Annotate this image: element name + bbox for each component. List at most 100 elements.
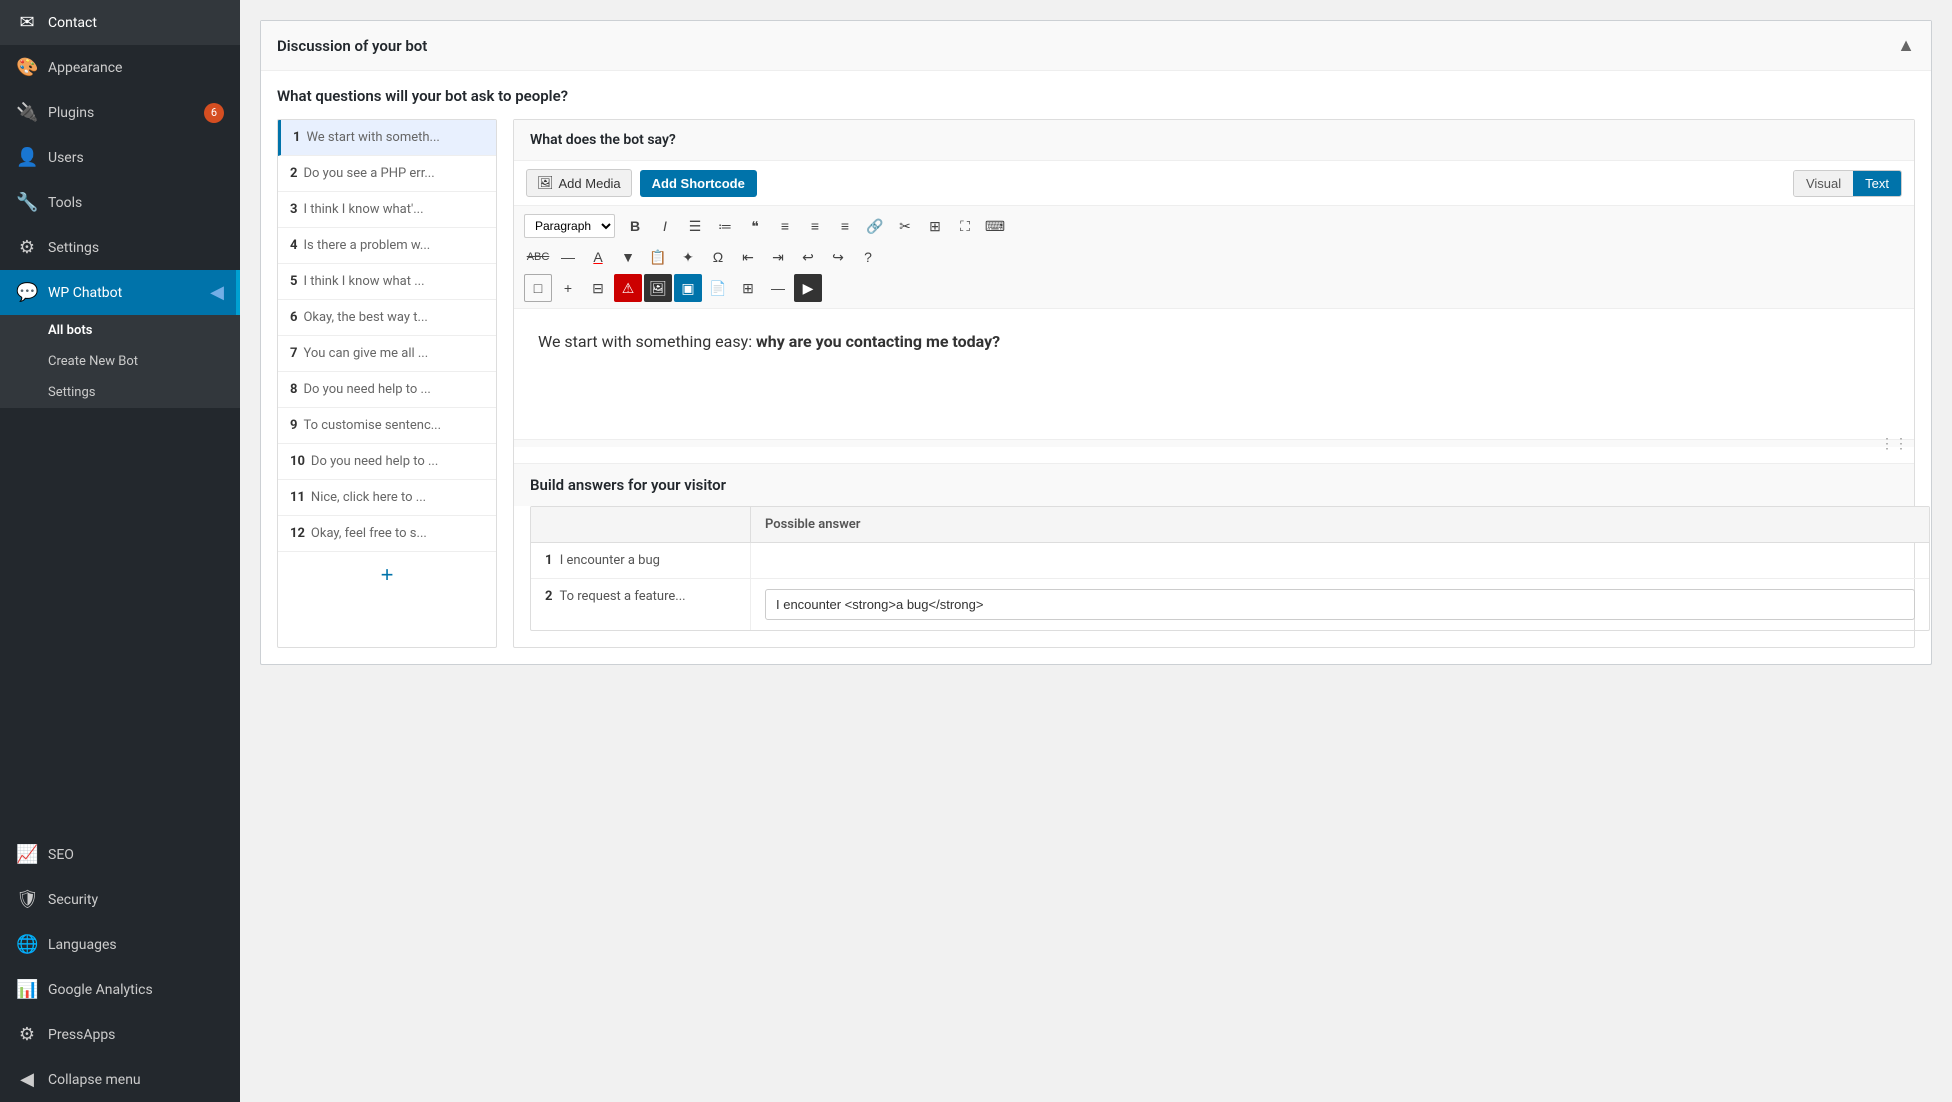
chatbot-submenu: All bots Create New Bot Settings bbox=[0, 315, 240, 408]
question-item-12[interactable]: 12Okay, feel free to s... bbox=[278, 516, 496, 552]
question-item-7[interactable]: 7You can give me all ... bbox=[278, 336, 496, 372]
bot-layout: 1We start with someth...2Do you see a PH… bbox=[277, 119, 1915, 648]
align-right-button[interactable]: ≡ bbox=[831, 212, 859, 240]
main-content: Discussion of your bot ▲ What questions … bbox=[240, 0, 1952, 1102]
question-item-11[interactable]: 11Nice, click here to ... bbox=[278, 480, 496, 516]
undo-button[interactable]: ↩ bbox=[794, 243, 822, 271]
question-list: 1We start with someth...2Do you see a PH… bbox=[277, 119, 497, 648]
sidebar-item-appearance[interactable]: 🎨 Appearance bbox=[0, 45, 240, 90]
paste-text-button[interactable]: 📋 bbox=[644, 243, 672, 271]
question-item-4[interactable]: 4Is there a problem w... bbox=[278, 228, 496, 264]
sidebar-item-security[interactable]: 🛡 Security bbox=[0, 877, 240, 922]
editor-header: What does the bot say? bbox=[514, 120, 1914, 161]
panel-header: Discussion of your bot ▲ bbox=[261, 21, 1931, 71]
outdent-button[interactable]: ⇤ bbox=[734, 243, 762, 271]
strikethrough-button[interactable]: ABC bbox=[524, 243, 552, 271]
redo-button[interactable]: ↪ bbox=[824, 243, 852, 271]
sidebar-item-users[interactable]: 👤 Users bbox=[0, 135, 240, 180]
media-box-button[interactable]: 🖼 bbox=[644, 274, 672, 302]
answers-row-2: 2 To request a feature... bbox=[531, 579, 1929, 630]
answer-cell-2-value[interactable] bbox=[751, 579, 1929, 630]
sidebar-item-wp-chatbot[interactable]: 💬 WP Chatbot ◀ bbox=[0, 270, 240, 315]
play-button[interactable]: ▶ bbox=[794, 274, 822, 302]
question-item-5[interactable]: 5I think I know what ... bbox=[278, 264, 496, 300]
panel-collapse-button[interactable]: ▲ bbox=[1897, 35, 1915, 56]
questions-label: What questions will your bot ask to peop… bbox=[277, 87, 1915, 105]
add-shortcode-button[interactable]: Add Shortcode bbox=[640, 170, 757, 197]
align-left-button[interactable]: ≡ bbox=[771, 212, 799, 240]
answer-num-1: 1 bbox=[545, 553, 552, 568]
ol-button[interactable]: ≔ bbox=[711, 212, 739, 240]
sidebar-item-plugins[interactable]: 🔌 Plugins 6 bbox=[0, 90, 240, 135]
link-button[interactable]: 🔗 bbox=[861, 212, 889, 240]
question-item-10[interactable]: 10Do you need help to ... bbox=[278, 444, 496, 480]
font-color-button[interactable]: A bbox=[584, 243, 612, 271]
sidebar-item-label: Appearance bbox=[48, 60, 122, 76]
question-item-1[interactable]: 1We start with someth... bbox=[278, 120, 496, 156]
warning-button[interactable]: ⚠ bbox=[614, 274, 642, 302]
ul-button[interactable]: ☰ bbox=[681, 212, 709, 240]
paragraph-select[interactable]: Paragraph bbox=[524, 214, 615, 238]
sidebar-item-label: Languages bbox=[48, 937, 117, 953]
indent-button[interactable]: ⇥ bbox=[764, 243, 792, 271]
fullscreen-button[interactable]: ⛶ bbox=[951, 212, 979, 240]
sidebar-item-collapse[interactable]: ◀ Collapse menu bbox=[0, 1057, 240, 1102]
add-question-button[interactable]: + bbox=[278, 552, 496, 598]
submenu-create-new-bot[interactable]: Create New Bot bbox=[0, 346, 240, 377]
code-button[interactable]: ⌨ bbox=[981, 212, 1009, 240]
clear-format-button[interactable]: ✦ bbox=[674, 243, 702, 271]
tab-visual[interactable]: Visual bbox=[1794, 171, 1853, 196]
color-picker-button[interactable]: ▼ bbox=[614, 243, 642, 271]
answers-col1-header bbox=[531, 507, 751, 542]
answer-cell-2-question: 2 To request a feature... bbox=[531, 579, 751, 630]
sidebar-item-settings[interactable]: ⚙ Settings bbox=[0, 225, 240, 270]
answer-cell-1-question: 1 I encounter a bug bbox=[531, 543, 751, 578]
editor-resize-handle[interactable]: ⋮⋮ bbox=[514, 439, 1914, 447]
editor-content[interactable]: We start with something easy: why are yo… bbox=[514, 309, 1914, 439]
plugins-badge: 6 bbox=[204, 103, 224, 123]
sidebar-item-google-analytics[interactable]: 📊 Google Analytics bbox=[0, 967, 240, 1012]
question-item-3[interactable]: 3I think I know what'... bbox=[278, 192, 496, 228]
tab-text[interactable]: Text bbox=[1853, 171, 1901, 196]
sidebar-item-pressapps[interactable]: ⚙ PressApps bbox=[0, 1012, 240, 1057]
separator-button[interactable]: — bbox=[764, 274, 792, 302]
collapse-icon: ◀ bbox=[16, 1069, 38, 1090]
question-item-9[interactable]: 9To customise sentenc... bbox=[278, 408, 496, 444]
settings-icon: ⚙ bbox=[16, 237, 38, 258]
add-button[interactable]: + bbox=[554, 274, 582, 302]
answer-question-2: To request a feature... bbox=[559, 589, 685, 604]
submenu-settings[interactable]: Settings bbox=[0, 377, 240, 408]
question-item-6[interactable]: 6Okay, the best way t... bbox=[278, 300, 496, 336]
special-char-button[interactable]: Ω bbox=[704, 243, 732, 271]
hr-button[interactable]: — bbox=[554, 243, 582, 271]
answer-input-2[interactable] bbox=[765, 589, 1915, 620]
table2-button[interactable]: ⊟ bbox=[584, 274, 612, 302]
pressapps-icon: ⚙ bbox=[16, 1024, 38, 1045]
sidebar-item-contact[interactable]: ✉ Contact bbox=[0, 0, 240, 45]
highlight-box-button[interactable]: ▣ bbox=[674, 274, 702, 302]
table-button[interactable]: ⊞ bbox=[921, 212, 949, 240]
answers-header: Build answers for your visitor bbox=[514, 463, 1914, 506]
question-item-2[interactable]: 2Do you see a PHP err... bbox=[278, 156, 496, 192]
answers-section: Build answers for your visitor Possible … bbox=[514, 463, 1914, 631]
submenu-all-bots[interactable]: All bots bbox=[0, 315, 240, 346]
blockquote-button[interactable]: ❝ bbox=[741, 212, 769, 240]
add-media-button[interactable]: 🖼 Add Media bbox=[526, 169, 632, 197]
unlink-button[interactable]: ✂ bbox=[891, 212, 919, 240]
sidebar-item-seo[interactable]: 📈 SEO bbox=[0, 832, 240, 877]
help-button[interactable]: ? bbox=[854, 243, 882, 271]
sidebar-item-label: PressApps bbox=[48, 1027, 115, 1043]
grid-button[interactable]: ⊞ bbox=[734, 274, 762, 302]
sidebar-item-languages[interactable]: 🌐 Languages bbox=[0, 922, 240, 967]
italic-button[interactable]: I bbox=[651, 212, 679, 240]
editor-section-title: What does the bot say? bbox=[530, 132, 676, 148]
copy-button[interactable]: 📄 bbox=[704, 274, 732, 302]
format-box-button[interactable]: □ bbox=[524, 274, 552, 302]
sidebar-item-label: Security bbox=[48, 892, 98, 908]
answers-col2-header: Possible answer bbox=[751, 507, 1929, 542]
question-item-8[interactable]: 8Do you need help to ... bbox=[278, 372, 496, 408]
align-center-button[interactable]: ≡ bbox=[801, 212, 829, 240]
bold-button[interactable]: B bbox=[621, 212, 649, 240]
sidebar-item-tools[interactable]: 🔧 Tools bbox=[0, 180, 240, 225]
tools-icon: 🔧 bbox=[16, 192, 38, 213]
